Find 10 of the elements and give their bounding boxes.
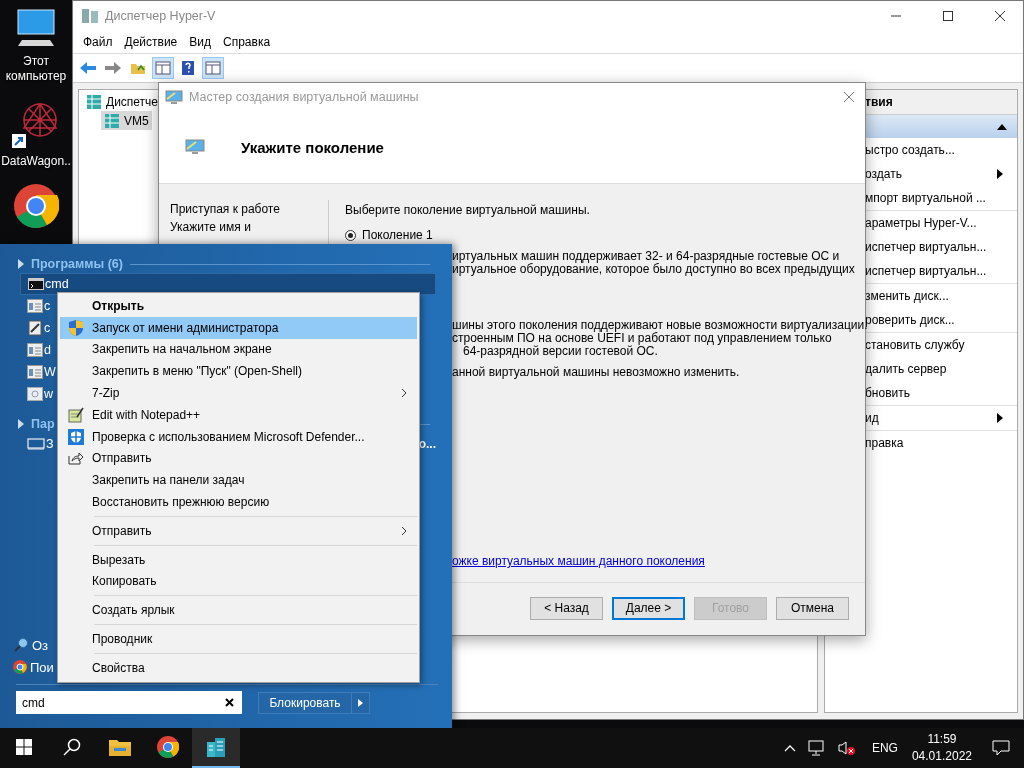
window-title: Диспетчер Hyper-V <box>105 9 216 23</box>
description-text: 64-разрядной версии гостевой ОС. <box>463 345 658 358</box>
description-text: иртуальных машин поддерживает 32- и 64-разрядные гостевые ОС и <box>452 250 841 263</box>
description-text: анной виртуальной машины невозможно изменить. <box>452 366 740 379</box>
pane-header: твия <box>865 90 1017 115</box>
page-heading: Укажите поколение <box>241 138 384 156</box>
dialog-title: Мастер создания виртуальной машины <box>189 90 419 104</box>
prompt-text: Выберите поколение виртуальной машины. <box>345 203 590 217</box>
description-text: строенным ПО на основе UEFI и работают под управлением только <box>452 332 832 345</box>
description-text: иртуальное оборудование, которое было доступно во всех предыдущих <box>452 263 855 276</box>
